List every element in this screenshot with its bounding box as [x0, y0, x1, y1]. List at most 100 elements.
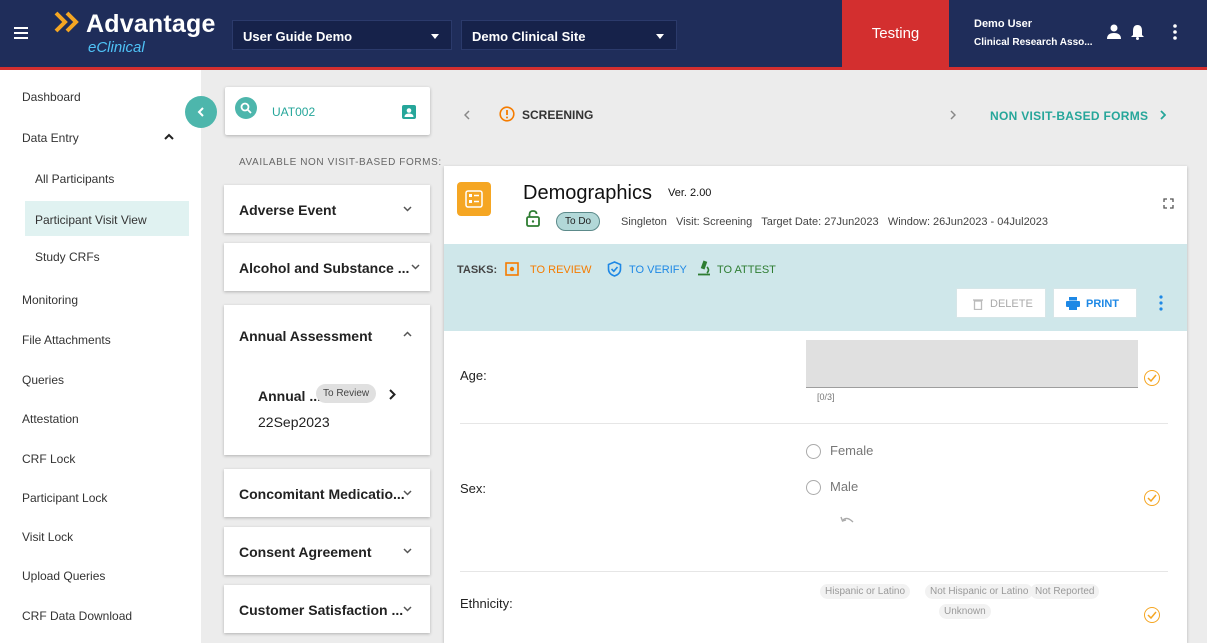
non-visit-forms-link[interactable]: NON VISIT-BASED FORMS [990, 109, 1148, 123]
form-header: Demographics Ver. 2.00 To Do Singleton V… [444, 166, 1187, 244]
chevron-down-icon [403, 490, 412, 496]
field-status-check-icon[interactable] [1144, 490, 1160, 506]
radio-button[interactable] [806, 480, 821, 496]
microscope-icon [698, 260, 710, 276]
user-icon[interactable] [1107, 24, 1121, 40]
trash-icon [973, 299, 983, 310]
print-button[interactable]: PRINT [1053, 288, 1137, 318]
chevron-up-icon [403, 331, 412, 337]
undo-icon[interactable] [840, 516, 854, 525]
task-to-attest[interactable]: TO ATTEST [717, 264, 776, 276]
warning-circle-icon [499, 106, 515, 122]
field-status-check-icon[interactable] [1144, 607, 1160, 623]
sex-option-female[interactable]: Female [806, 443, 874, 460]
form-entry-name[interactable]: Annual ... [258, 388, 321, 404]
ethnicity-option-hispanic[interactable]: Hispanic or Latino [820, 584, 911, 599]
user-role: Clinical Research Asso... [974, 37, 1093, 48]
field-divider [460, 571, 1168, 572]
sidebar-item-crf-lock[interactable]: CRF Lock [22, 452, 75, 466]
more-vertical-icon[interactable] [1159, 295, 1163, 311]
form-card-customer-satisfaction[interactable]: Customer Satisfaction ... [224, 585, 430, 633]
collapse-sidebar-button[interactable] [185, 96, 217, 128]
sidebar: Dashboard Data Entry All Participants Pa… [0, 70, 201, 643]
logo-subtitle: eClinical [88, 39, 145, 56]
form-card-title: Concomitant Medicatio... [239, 486, 405, 502]
sidebar-item-file-attachments[interactable]: File Attachments [22, 333, 111, 347]
sidebar-item-participant-lock[interactable]: Participant Lock [22, 491, 107, 505]
chevron-right-icon[interactable] [389, 389, 396, 400]
sidebar-item-queries[interactable]: Queries [22, 373, 64, 387]
sidebar-item-data-entry[interactable]: Data Entry [22, 131, 79, 145]
sidebar-item-participant-visit-view[interactable]: Participant Visit View [35, 213, 147, 227]
form-title: Demographics [523, 182, 652, 204]
ethnicity-option-unknown[interactable]: Unknown [939, 604, 991, 619]
ethnicity-option-not-hispanic[interactable]: Not Hispanic or Latino [925, 584, 1034, 599]
form-card-adverse-event[interactable]: Adverse Event [224, 185, 430, 233]
list-form-icon [465, 190, 483, 208]
form-card-title: Consent Agreement [239, 544, 372, 560]
study-select-value: User Guide Demo [243, 29, 353, 44]
printer-icon [1066, 297, 1080, 310]
age-label: Age: [460, 368, 487, 383]
task-to-review[interactable]: TO REVIEW [530, 264, 592, 276]
sex-option-male[interactable]: Male [806, 479, 858, 496]
review-eye-icon [505, 262, 519, 276]
sidebar-item-attestation[interactable]: Attestation [22, 412, 79, 426]
form-card-concomitant-medication[interactable]: Concomitant Medicatio... [224, 469, 430, 517]
study-select[interactable]: User Guide Demo [232, 20, 452, 50]
environment-badge: Testing [842, 0, 949, 67]
menu-icon[interactable] [14, 27, 28, 39]
task-to-verify[interactable]: TO VERIFY [629, 264, 687, 276]
chevron-down-icon [403, 206, 412, 212]
contact-card-icon[interactable] [402, 104, 416, 119]
chevron-down-icon [411, 264, 420, 270]
participant-id-value: UAT002 [272, 105, 316, 119]
sidebar-item-study-crfs[interactable]: Study CRFs [35, 250, 100, 264]
form-meta: Singleton Visit: Screening Target Date: … [621, 216, 1049, 228]
chevron-up-icon[interactable] [164, 133, 174, 140]
sidebar-item-dashboard[interactable]: Dashboard [22, 90, 81, 104]
age-char-counter: [0/3] [817, 392, 835, 402]
more-vertical-icon[interactable] [1173, 24, 1177, 40]
age-input[interactable] [806, 340, 1138, 388]
participant-search[interactable]: UAT002 [225, 87, 430, 135]
delete-button[interactable]: DELETE [956, 288, 1046, 318]
form-version: Ver. 2.00 [668, 187, 712, 199]
radio-button[interactable] [806, 444, 821, 460]
sidebar-item-monitoring[interactable]: Monitoring [22, 293, 78, 307]
field-divider [460, 423, 1168, 424]
form-card-title: Annual Assessment [239, 328, 373, 344]
chevron-left-icon [197, 107, 204, 117]
shield-check-icon [607, 261, 622, 277]
chevron-right-icon[interactable] [1160, 110, 1166, 120]
ethnicity-label: Ethnicity: [460, 596, 513, 611]
radio-label: Female [830, 443, 874, 458]
ethnicity-option-not-reported[interactable]: Not Reported [1030, 584, 1100, 599]
chevron-down-icon [403, 548, 412, 554]
user-name[interactable]: Demo User [974, 18, 1032, 30]
search-button[interactable] [235, 97, 257, 119]
bell-icon[interactable] [1131, 24, 1144, 40]
sex-label: Sex: [460, 481, 487, 496]
form-card-annual-assessment[interactable]: Annual Assessment Annual ... To Review 2… [224, 305, 430, 455]
sidebar-item-all-participants[interactable]: All Participants [35, 172, 114, 186]
form-status-badge: To Do [556, 212, 601, 231]
sidebar-item-visit-lock[interactable]: Visit Lock [22, 530, 73, 544]
form-card-consent-agreement[interactable]: Consent Agreement [224, 527, 430, 575]
fullscreen-icon[interactable] [1163, 198, 1174, 209]
form-card-title: Customer Satisfaction ... [239, 602, 404, 618]
previous-visit-icon[interactable] [464, 110, 470, 120]
unlock-icon [526, 210, 540, 227]
form-card-alcohol-substance[interactable]: Alcohol and Substance ... [224, 243, 430, 291]
chevron-right-icon[interactable] [950, 110, 956, 120]
form-icon [457, 182, 491, 216]
site-select[interactable]: Demo Clinical Site [461, 20, 677, 50]
top-bar: Advantage eClinical User Guide Demo Demo… [0, 0, 1207, 70]
form-card-title: Adverse Event [239, 202, 337, 218]
chevron-down-icon [403, 606, 412, 612]
print-button-label: PRINT [1086, 298, 1119, 310]
sidebar-item-upload-queries[interactable]: Upload Queries [22, 569, 105, 583]
sidebar-item-crf-data-download[interactable]: CRF Data Download [22, 609, 132, 623]
field-status-check-icon[interactable] [1144, 370, 1160, 386]
delete-button-label: DELETE [990, 298, 1033, 310]
